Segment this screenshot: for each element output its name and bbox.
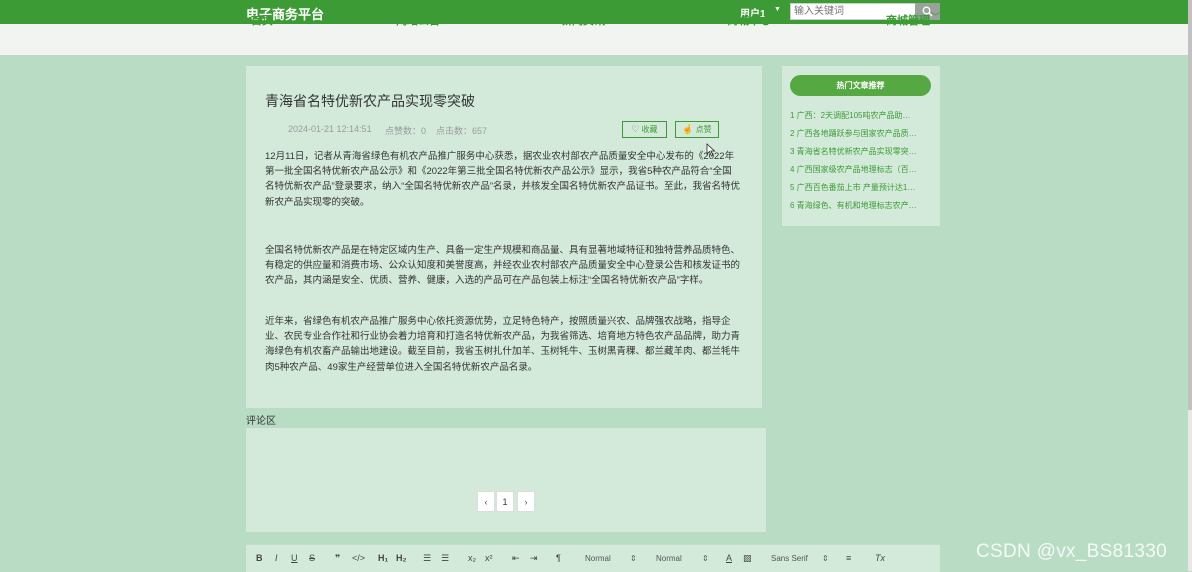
font-select-caret-icon[interactable]: ⇕: [822, 554, 829, 563]
size-select-caret-icon[interactable]: ⇕: [702, 554, 709, 563]
header-select[interactable]: Normal: [585, 554, 611, 563]
mouse-cursor-icon: [706, 143, 716, 157]
code-block-icon[interactable]: </>: [352, 553, 365, 563]
like-button[interactable]: ☝ 点赞: [675, 121, 719, 138]
hot-articles-title: 热门文章推荐: [790, 75, 931, 96]
bullet-list-icon[interactable]: ☰: [441, 553, 449, 564]
header-select-caret-icon[interactable]: ⇕: [630, 554, 637, 563]
pager-next[interactable]: ›: [517, 491, 535, 512]
italic-icon[interactable]: I: [275, 553, 278, 563]
main-nav: [0, 24, 1188, 55]
hot-article-item[interactable]: 6 青海绿色、有机和地理标志农产…: [790, 200, 932, 211]
caret-down-icon[interactable]: ▼: [774, 6, 781, 13]
article-paragraph: 全国名特优新农产品是在特定区域内生产、具备一定生产规模和商品量、具有显著地域特征…: [265, 245, 741, 287]
article-title: 青海省名特优新农产品实现零突破: [265, 93, 475, 109]
nav-news[interactable]: 新闻资讯: [561, 12, 605, 28]
bold-icon[interactable]: B: [256, 553, 263, 563]
favorite-button[interactable]: ♡ 收藏: [622, 121, 667, 138]
chevron-down-icon[interactable]: ﹀: [931, 10, 940, 23]
comments-list: [246, 428, 766, 532]
font-select[interactable]: Sans Serif: [771, 554, 808, 563]
outdent-icon[interactable]: ⇤: [512, 553, 520, 564]
underline-icon[interactable]: U: [291, 553, 298, 563]
hot-article-item[interactable]: 5 广西百色番茄上市 产量预计达1…: [790, 182, 932, 193]
strike-icon[interactable]: S: [309, 553, 315, 563]
align-icon[interactable]: ≡: [846, 553, 851, 563]
subscript-icon[interactable]: x₂: [468, 553, 476, 563]
watermark-text: CSDN @vx_BS81330: [976, 541, 1167, 562]
article-clicks: 点击数：657: [436, 126, 488, 136]
background-color-icon[interactable]: ▨: [743, 553, 752, 564]
hot-article-item[interactable]: 3 青海省名特优新农产品实现零突…: [790, 146, 932, 157]
hot-article-item[interactable]: 4 广西国家级农产品地理标志（百…: [790, 164, 932, 175]
article-likes: 点赞数：0: [385, 126, 427, 136]
nav-announcements[interactable]: 网站公告: [396, 12, 440, 28]
ordered-list-icon[interactable]: ☰: [423, 553, 431, 564]
nav-home[interactable]: 首页: [251, 12, 273, 28]
hot-article-item[interactable]: 2 广西各地踊跃参与国家农产品质…: [790, 128, 932, 139]
article-date: 2024-01-21 12:14:51: [288, 124, 372, 134]
article-paragraph: 近年来，省绿色有机农产品推广服务中心依托资源优势，立足特色特产，按照质量兴农、品…: [265, 316, 741, 373]
header-2-icon[interactable]: H₂: [396, 553, 407, 563]
article-paragraph: 12月11日，记者从青海省绿色有机农产品推广服务中心获悉，据农业农村部农产品质量…: [265, 151, 740, 208]
nav-mall-center[interactable]: 商城中心: [727, 12, 771, 28]
blockquote-icon[interactable]: ❞: [335, 553, 340, 564]
comments-label: 评论区: [246, 416, 276, 427]
text-direction-icon[interactable]: ¶: [556, 553, 561, 563]
pager-page-1[interactable]: 1: [496, 491, 514, 512]
thumbs-up-icon: ☝: [682, 124, 694, 134]
size-select[interactable]: Normal: [656, 554, 682, 563]
heart-icon: ♡: [631, 124, 640, 134]
like-label: 点赞: [695, 125, 712, 134]
page-scrollbar-thumb[interactable]: [1188, 0, 1192, 410]
nav-mall-management[interactable]: 商城管理: [886, 12, 930, 28]
header-1-icon[interactable]: H₁: [378, 553, 388, 563]
text-color-icon[interactable]: A: [726, 553, 732, 563]
clear-format-icon[interactable]: Tx: [875, 553, 885, 563]
hot-article-item[interactable]: 1 广西：2天调配105吨农产品助…: [790, 110, 932, 121]
favorite-label: 收藏: [641, 125, 658, 134]
pager-prev[interactable]: ‹: [477, 491, 495, 512]
superscript-icon[interactable]: x²: [485, 553, 493, 563]
indent-icon[interactable]: ⇥: [530, 553, 538, 564]
